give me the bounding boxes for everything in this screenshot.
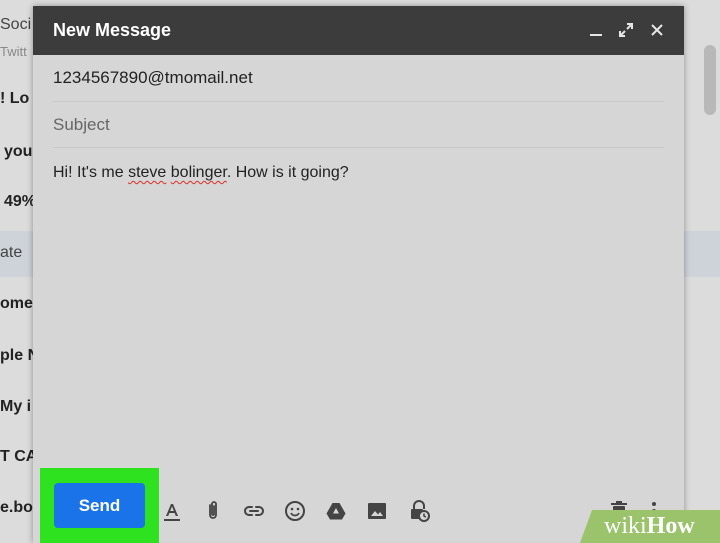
body-text: Hi! It's me bbox=[53, 164, 129, 181]
minimize-icon[interactable] bbox=[586, 20, 606, 40]
inbox-row[interactable]: ! Lo bbox=[0, 90, 29, 110]
wikihow-watermark: wikiHow bbox=[580, 510, 720, 543]
inbox-row[interactable]: you bbox=[4, 143, 32, 163]
emoji-icon[interactable] bbox=[283, 499, 307, 523]
watermark-suffix: How bbox=[646, 513, 695, 539]
photo-icon[interactable] bbox=[365, 499, 389, 523]
close-icon[interactable] bbox=[647, 20, 667, 40]
send-button[interactable]: Send bbox=[54, 483, 145, 528]
divider bbox=[53, 101, 664, 102]
inbox-row[interactable]: My i bbox=[0, 398, 31, 418]
watermark-text: wikiHow bbox=[604, 513, 695, 540]
confidential-icon[interactable] bbox=[407, 499, 431, 523]
inbox-row[interactable]: ome bbox=[0, 295, 33, 315]
compose-window: New Message 1234567890@tmomail.net Subje… bbox=[33, 6, 684, 543]
inbox-row[interactable]: T CA bbox=[0, 448, 37, 468]
body-text: . How is it going? bbox=[226, 164, 349, 181]
inbox-row[interactable]: ate bbox=[0, 244, 22, 264]
subject-field[interactable]: Subject bbox=[53, 115, 110, 135]
inbox-scrollbar[interactable] bbox=[704, 45, 716, 115]
inbox-row: Soci bbox=[0, 16, 32, 33]
inbox-row-sub: Twitt bbox=[0, 44, 27, 59]
attach-icon[interactable] bbox=[201, 499, 225, 523]
link-icon[interactable] bbox=[242, 499, 266, 523]
drive-icon[interactable] bbox=[324, 499, 348, 523]
misspelled-word: steve bbox=[128, 164, 167, 181]
watermark-prefix: wiki bbox=[604, 513, 647, 539]
formatting-icon[interactable] bbox=[160, 499, 184, 523]
message-body[interactable]: Hi! It's me steve bolinger. How is it go… bbox=[53, 164, 349, 182]
to-field[interactable]: 1234567890@tmomail.net bbox=[53, 68, 253, 88]
compose-header: New Message bbox=[33, 6, 684, 55]
inbox-row[interactable]: e.bol bbox=[0, 499, 37, 519]
divider bbox=[53, 147, 664, 148]
compose-title: New Message bbox=[53, 20, 172, 40]
misspelled-word: bolinger bbox=[170, 164, 227, 181]
inbox-row[interactable]: 49% bbox=[4, 193, 36, 213]
expand-icon[interactable] bbox=[616, 20, 636, 40]
